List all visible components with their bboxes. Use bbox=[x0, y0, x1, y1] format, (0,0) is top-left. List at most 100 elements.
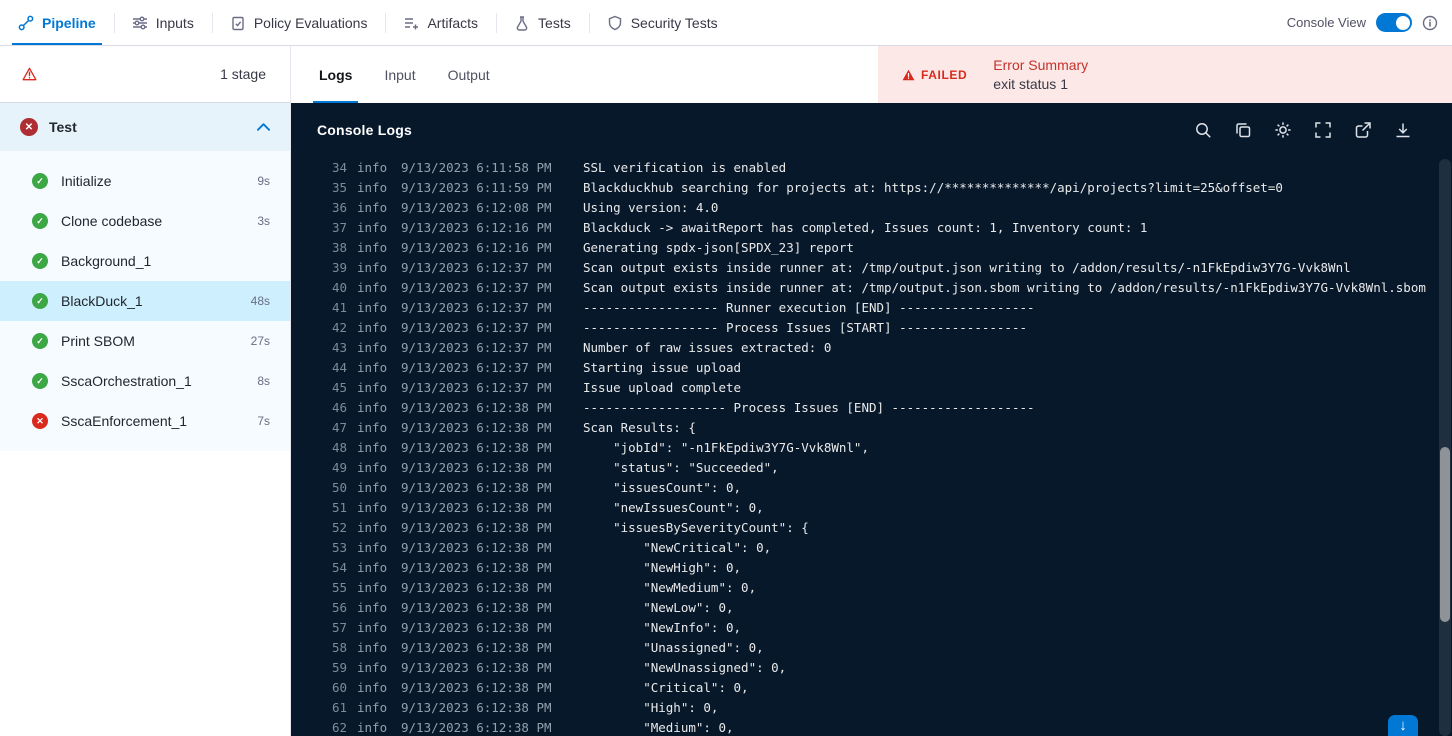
log-line-number: 40 bbox=[331, 280, 347, 295]
log-line-number: 43 bbox=[331, 340, 347, 355]
artifacts-icon bbox=[403, 15, 419, 31]
tab-logs[interactable]: Logs bbox=[303, 46, 368, 103]
log-line: 36 info 9/13/2023 6:12:08 PM Using versi… bbox=[331, 198, 1426, 218]
log-message: "NewMedium": 0, bbox=[583, 580, 757, 595]
log-timestamp: 9/13/2023 6:12:16 PM bbox=[401, 220, 552, 235]
log-line-number: 39 bbox=[331, 260, 347, 275]
log-timestamp: 9/13/2023 6:12:38 PM bbox=[401, 580, 552, 595]
step-duration: 9s bbox=[257, 174, 270, 188]
log-timestamp: 9/13/2023 6:12:38 PM bbox=[401, 540, 552, 555]
nav-tab-artifacts[interactable]: Artifacts bbox=[385, 0, 496, 45]
log-message: ------------------ Process Issues [START… bbox=[583, 320, 1028, 335]
log-level: info bbox=[357, 700, 388, 715]
log-message: ------------------- Process Issues [END]… bbox=[583, 400, 1035, 415]
console-view-toggle[interactable] bbox=[1376, 13, 1412, 32]
log-line: 59 info 9/13/2023 6:12:38 PM "NewUnassig… bbox=[331, 658, 1426, 678]
console-header: Console Logs bbox=[291, 103, 1452, 157]
step-row[interactable]: ✓ Clone codebase 3s bbox=[0, 201, 290, 241]
nav-tab-pipeline[interactable]: Pipeline bbox=[0, 0, 114, 45]
sidebar: 1 stage ✕ Test ✓ Initialize 9s ✓ Clone c… bbox=[0, 46, 291, 736]
log-timestamp: 9/13/2023 6:12:38 PM bbox=[401, 480, 552, 495]
log-message: Starting issue upload bbox=[583, 360, 742, 375]
nav-tab-label: Security Tests bbox=[630, 14, 718, 31]
inputs-icon bbox=[132, 15, 148, 31]
stage-name: Test bbox=[49, 119, 77, 135]
console-log-area: 34 info 9/13/2023 6:11:58 PM SSL verific… bbox=[291, 157, 1452, 736]
log-message: "jobId": "-n1FkEpdiw3Y7G-Vvk8Wnl", bbox=[583, 440, 869, 455]
log-message: Blackduck -> awaitReport has completed, … bbox=[583, 220, 1148, 235]
log-timestamp: 9/13/2023 6:12:38 PM bbox=[401, 520, 552, 535]
log-line: 55 info 9/13/2023 6:12:38 PM "NewMedium"… bbox=[331, 578, 1426, 598]
log-level: info bbox=[357, 300, 388, 315]
nav-tab-tests[interactable]: Tests bbox=[496, 0, 589, 45]
log-level: info bbox=[357, 600, 388, 615]
log-line-number: 61 bbox=[331, 700, 347, 715]
log-line-number: 47 bbox=[331, 420, 347, 435]
step-row[interactable]: ✓ Background_1 bbox=[0, 241, 290, 281]
nav-tab-policy-evaluations[interactable]: Policy Evaluations bbox=[211, 0, 386, 45]
failed-warning-icon bbox=[902, 69, 915, 81]
step-name: Initialize bbox=[61, 173, 112, 189]
nav-tab-inputs[interactable]: Inputs bbox=[113, 0, 212, 45]
log-line-number: 34 bbox=[331, 160, 347, 175]
stage-count: 1 stage bbox=[220, 66, 266, 82]
log-level: info bbox=[357, 400, 388, 415]
console-scrollbar-thumb[interactable] bbox=[1440, 447, 1450, 622]
step-row[interactable]: ✓ Initialize 9s bbox=[0, 161, 290, 201]
content: 1 stage ✕ Test ✓ Initialize 9s ✓ Clone c… bbox=[0, 46, 1452, 736]
log-line-number: 51 bbox=[331, 500, 347, 515]
fullscreen-icon[interactable] bbox=[1314, 121, 1332, 139]
log-message: "High": 0, bbox=[583, 700, 719, 715]
scroll-to-bottom-button[interactable]: ↓ bbox=[1388, 715, 1418, 736]
log-timestamp: 9/13/2023 6:12:38 PM bbox=[401, 500, 552, 515]
log-level: info bbox=[357, 720, 388, 735]
chevron-up-icon[interactable] bbox=[257, 123, 270, 131]
step-row[interactable]: ✓ Print SBOM 27s bbox=[0, 321, 290, 361]
console-toolbar bbox=[1194, 121, 1426, 139]
log-message: Scan output exists inside runner at: /tm… bbox=[583, 280, 1426, 295]
log-timestamp: 9/13/2023 6:12:38 PM bbox=[401, 560, 552, 575]
step-status-icon: ✕ bbox=[32, 413, 48, 429]
log-message: Issue upload complete bbox=[583, 380, 742, 395]
log-line-number: 54 bbox=[331, 560, 347, 575]
step-row[interactable]: ✓ SscaOrchestration_1 8s bbox=[0, 361, 290, 401]
log-level: info bbox=[357, 160, 388, 175]
copy-icon[interactable] bbox=[1234, 121, 1252, 139]
step-row[interactable]: ✓ BlackDuck_1 48s bbox=[0, 281, 290, 321]
nav-tab-label: Inputs bbox=[155, 14, 194, 31]
log-level: info bbox=[357, 200, 388, 215]
log-message: "NewUnassigned": 0, bbox=[583, 660, 787, 675]
log-message: "NewLow": 0, bbox=[583, 600, 734, 615]
tab-output[interactable]: Output bbox=[432, 46, 506, 103]
search-icon[interactable] bbox=[1194, 121, 1212, 139]
log-line: 57 info 9/13/2023 6:12:38 PM "NewInfo": … bbox=[331, 618, 1426, 638]
nav-tab-label: Tests bbox=[538, 14, 571, 31]
log-line: 38 info 9/13/2023 6:12:16 PM Generating … bbox=[331, 238, 1426, 258]
step-row[interactable]: ✕ SscaEnforcement_1 7s bbox=[0, 401, 290, 441]
log-message: Scan output exists inside runner at: /tm… bbox=[583, 260, 1351, 275]
nav-tab-security-tests[interactable]: Security Tests bbox=[588, 0, 736, 45]
error-texts: Error Summary exit status 1 bbox=[993, 57, 1088, 92]
log-line: 37 info 9/13/2023 6:12:16 PM Blackduck -… bbox=[331, 218, 1426, 238]
tab-input-label: Input bbox=[384, 66, 416, 83]
log-level: info bbox=[357, 380, 388, 395]
log-message: "NewHigh": 0, bbox=[583, 560, 742, 575]
info-icon[interactable] bbox=[1422, 15, 1438, 31]
log-timestamp: 9/13/2023 6:12:38 PM bbox=[401, 720, 552, 735]
log-line: 40 info 9/13/2023 6:12:37 PM Scan output… bbox=[331, 278, 1426, 298]
log-level: info bbox=[357, 180, 388, 195]
step-status-icon: ✓ bbox=[32, 333, 48, 349]
log-message: "issuesCount": 0, bbox=[583, 480, 742, 495]
gear-icon[interactable] bbox=[1274, 121, 1292, 139]
log-level: info bbox=[357, 420, 388, 435]
download-icon[interactable] bbox=[1394, 121, 1412, 139]
step-duration: 7s bbox=[257, 414, 270, 428]
tab-input[interactable]: Input bbox=[368, 46, 431, 103]
stage-header-test[interactable]: ✕ Test bbox=[0, 103, 290, 151]
log-timestamp: 9/13/2023 6:11:58 PM bbox=[401, 160, 552, 175]
console-title: Console Logs bbox=[317, 122, 412, 138]
external-link-icon[interactable] bbox=[1354, 121, 1372, 139]
nav-tab-label: Policy Evaluations bbox=[253, 14, 368, 31]
log-message: "Unassigned": 0, bbox=[583, 640, 764, 655]
log-line-number: 36 bbox=[331, 200, 347, 215]
